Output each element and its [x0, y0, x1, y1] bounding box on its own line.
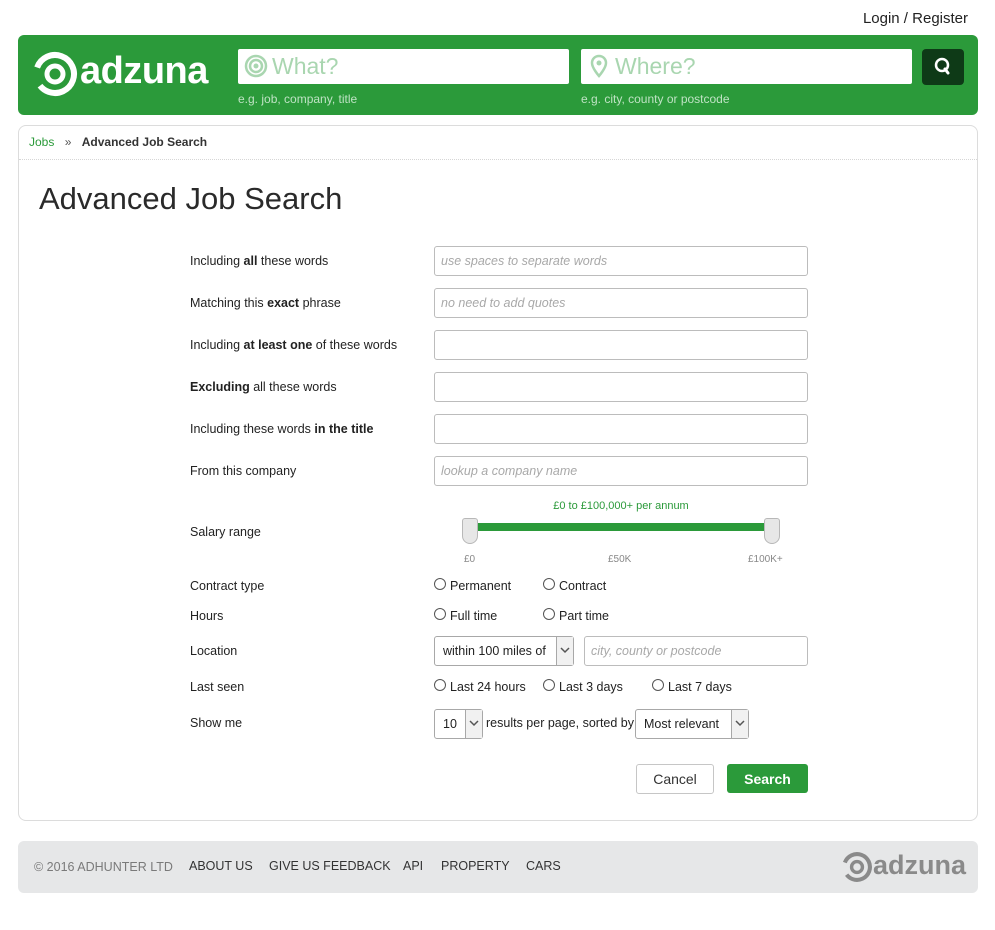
sort-dropdown-arrow[interactable]: [731, 710, 748, 738]
breadcrumb-separator: »: [64, 135, 72, 149]
salary-caption: £0 to £100,000+ per annum: [553, 500, 689, 512]
last-24-hours-label[interactable]: Last 24 hours: [450, 680, 526, 694]
location-pin-icon: [590, 54, 608, 78]
full-time-label[interactable]: Full time: [450, 609, 497, 623]
permanent-radio[interactable]: [434, 578, 446, 590]
company-input[interactable]: [434, 456, 808, 486]
adzuna-logo-icon: [33, 52, 77, 96]
contract-type-label: Contract type: [190, 579, 265, 593]
salary-label: Salary range: [190, 525, 261, 539]
what-field[interactable]: [238, 49, 569, 84]
where-field[interactable]: [581, 49, 912, 84]
target-icon: [244, 54, 268, 78]
last-7-days-label[interactable]: Last 7 days: [668, 680, 732, 694]
sort-select[interactable]: Most relevant: [635, 709, 749, 739]
footer-link-cars[interactable]: CARS: [526, 859, 561, 873]
distance-dropdown-arrow[interactable]: [556, 637, 573, 665]
part-time-radio[interactable]: [543, 608, 555, 620]
title-words-input[interactable]: [434, 414, 808, 444]
per-page-select[interactable]: 10: [434, 709, 483, 739]
site-header: adzuna e.g. job, company, title e.g. cit…: [18, 35, 978, 115]
cancel-button[interactable]: Cancel: [636, 764, 714, 794]
last-3-days-radio[interactable]: [543, 679, 555, 691]
location-input[interactable]: [584, 636, 808, 666]
footer-link-api[interactable]: API: [403, 859, 423, 873]
login-register-link[interactable]: Login / Register: [863, 10, 968, 27]
show-me-label: Show me: [190, 716, 243, 730]
location-label: Location: [190, 644, 238, 658]
top-bar: Login / Register: [0, 0, 995, 35]
footer-link-feedback[interactable]: GIVE US FEEDBACK: [269, 859, 391, 873]
chevron-down-icon: [469, 720, 479, 727]
excluding-words-input[interactable]: [434, 372, 808, 402]
permanent-label[interactable]: Permanent: [450, 579, 511, 593]
distance-selected-value: within 100 miles of: [443, 644, 546, 658]
adzuna-logo[interactable]: adzuna: [32, 49, 222, 101]
breadcrumb: Jobs » Advanced Job Search: [29, 135, 207, 149]
breadcrumb-current: Advanced Job Search: [81, 135, 208, 149]
hours-label: Hours: [190, 609, 224, 623]
header-search-button[interactable]: [922, 49, 964, 85]
per-page-sorted-text: results per page, sorted by: [486, 716, 634, 730]
excluding-words-label: Excluding all these words: [190, 380, 337, 394]
footer-link-about-us[interactable]: ABOUT US: [189, 859, 253, 873]
footer-adzuna-logo[interactable]: adzuna: [841, 850, 971, 884]
search-button[interactable]: Search: [727, 764, 808, 793]
salary-slider-track[interactable]: [470, 523, 772, 531]
salary-tick-min: £0: [464, 554, 476, 565]
any-words-input[interactable]: [434, 330, 808, 360]
adzuna-logo-icon: [842, 852, 872, 882]
exact-phrase-input[interactable]: [434, 288, 808, 318]
breadcrumb-divider: [19, 159, 977, 160]
distance-select[interactable]: within 100 miles of: [434, 636, 574, 666]
per-page-value: 10: [443, 717, 457, 731]
last-7-days-radio[interactable]: [652, 679, 664, 691]
salary-tick-mid: £50K: [608, 554, 632, 565]
title-words-label: Including these words in the title: [190, 422, 374, 436]
part-time-label[interactable]: Part time: [559, 609, 609, 623]
per-page-dropdown-arrow[interactable]: [465, 710, 482, 738]
all-words-input[interactable]: [434, 246, 808, 276]
any-words-label: Including at least one of these words: [190, 338, 398, 352]
salary-min-handle[interactable]: [462, 518, 478, 544]
last-3-days-label[interactable]: Last 3 days: [559, 680, 623, 694]
last-seen-label: Last seen: [190, 680, 245, 694]
copyright-text: © 2016 ADHUNTER LTD: [34, 860, 173, 874]
exact-phrase-label: Matching this exact phrase: [190, 296, 341, 310]
what-hint: e.g. job, company, title: [238, 92, 358, 106]
salary-tick-max: £100K+: [748, 554, 783, 565]
contract-radio[interactable]: [543, 578, 555, 590]
all-words-label: Including all these words: [190, 254, 329, 268]
footer-link-property[interactable]: PROPERTY: [441, 859, 510, 873]
where-input[interactable]: [615, 49, 905, 84]
where-hint: e.g. city, county or postcode: [581, 92, 730, 106]
page-title: Advanced Job Search: [39, 181, 343, 216]
advanced-search-panel: Jobs » Advanced Job Search Advanced Job …: [18, 125, 978, 821]
company-label: From this company: [190, 464, 297, 478]
search-icon: [934, 57, 950, 75]
sort-selected-value: Most relevant: [644, 717, 720, 731]
contract-label[interactable]: Contract: [559, 579, 606, 593]
footer-logo-text: adzuna: [873, 850, 967, 880]
salary-max-handle[interactable]: [764, 518, 780, 544]
last-24-hours-radio[interactable]: [434, 679, 446, 691]
breadcrumb-jobs-link[interactable]: Jobs: [29, 135, 54, 149]
what-input[interactable]: [272, 49, 562, 84]
site-footer: © 2016 ADHUNTER LTD ABOUT US GIVE US FEE…: [18, 841, 978, 893]
chevron-down-icon: [735, 720, 745, 727]
full-time-radio[interactable]: [434, 608, 446, 620]
chevron-down-icon: [560, 647, 570, 654]
logo-text: adzuna: [80, 50, 208, 92]
